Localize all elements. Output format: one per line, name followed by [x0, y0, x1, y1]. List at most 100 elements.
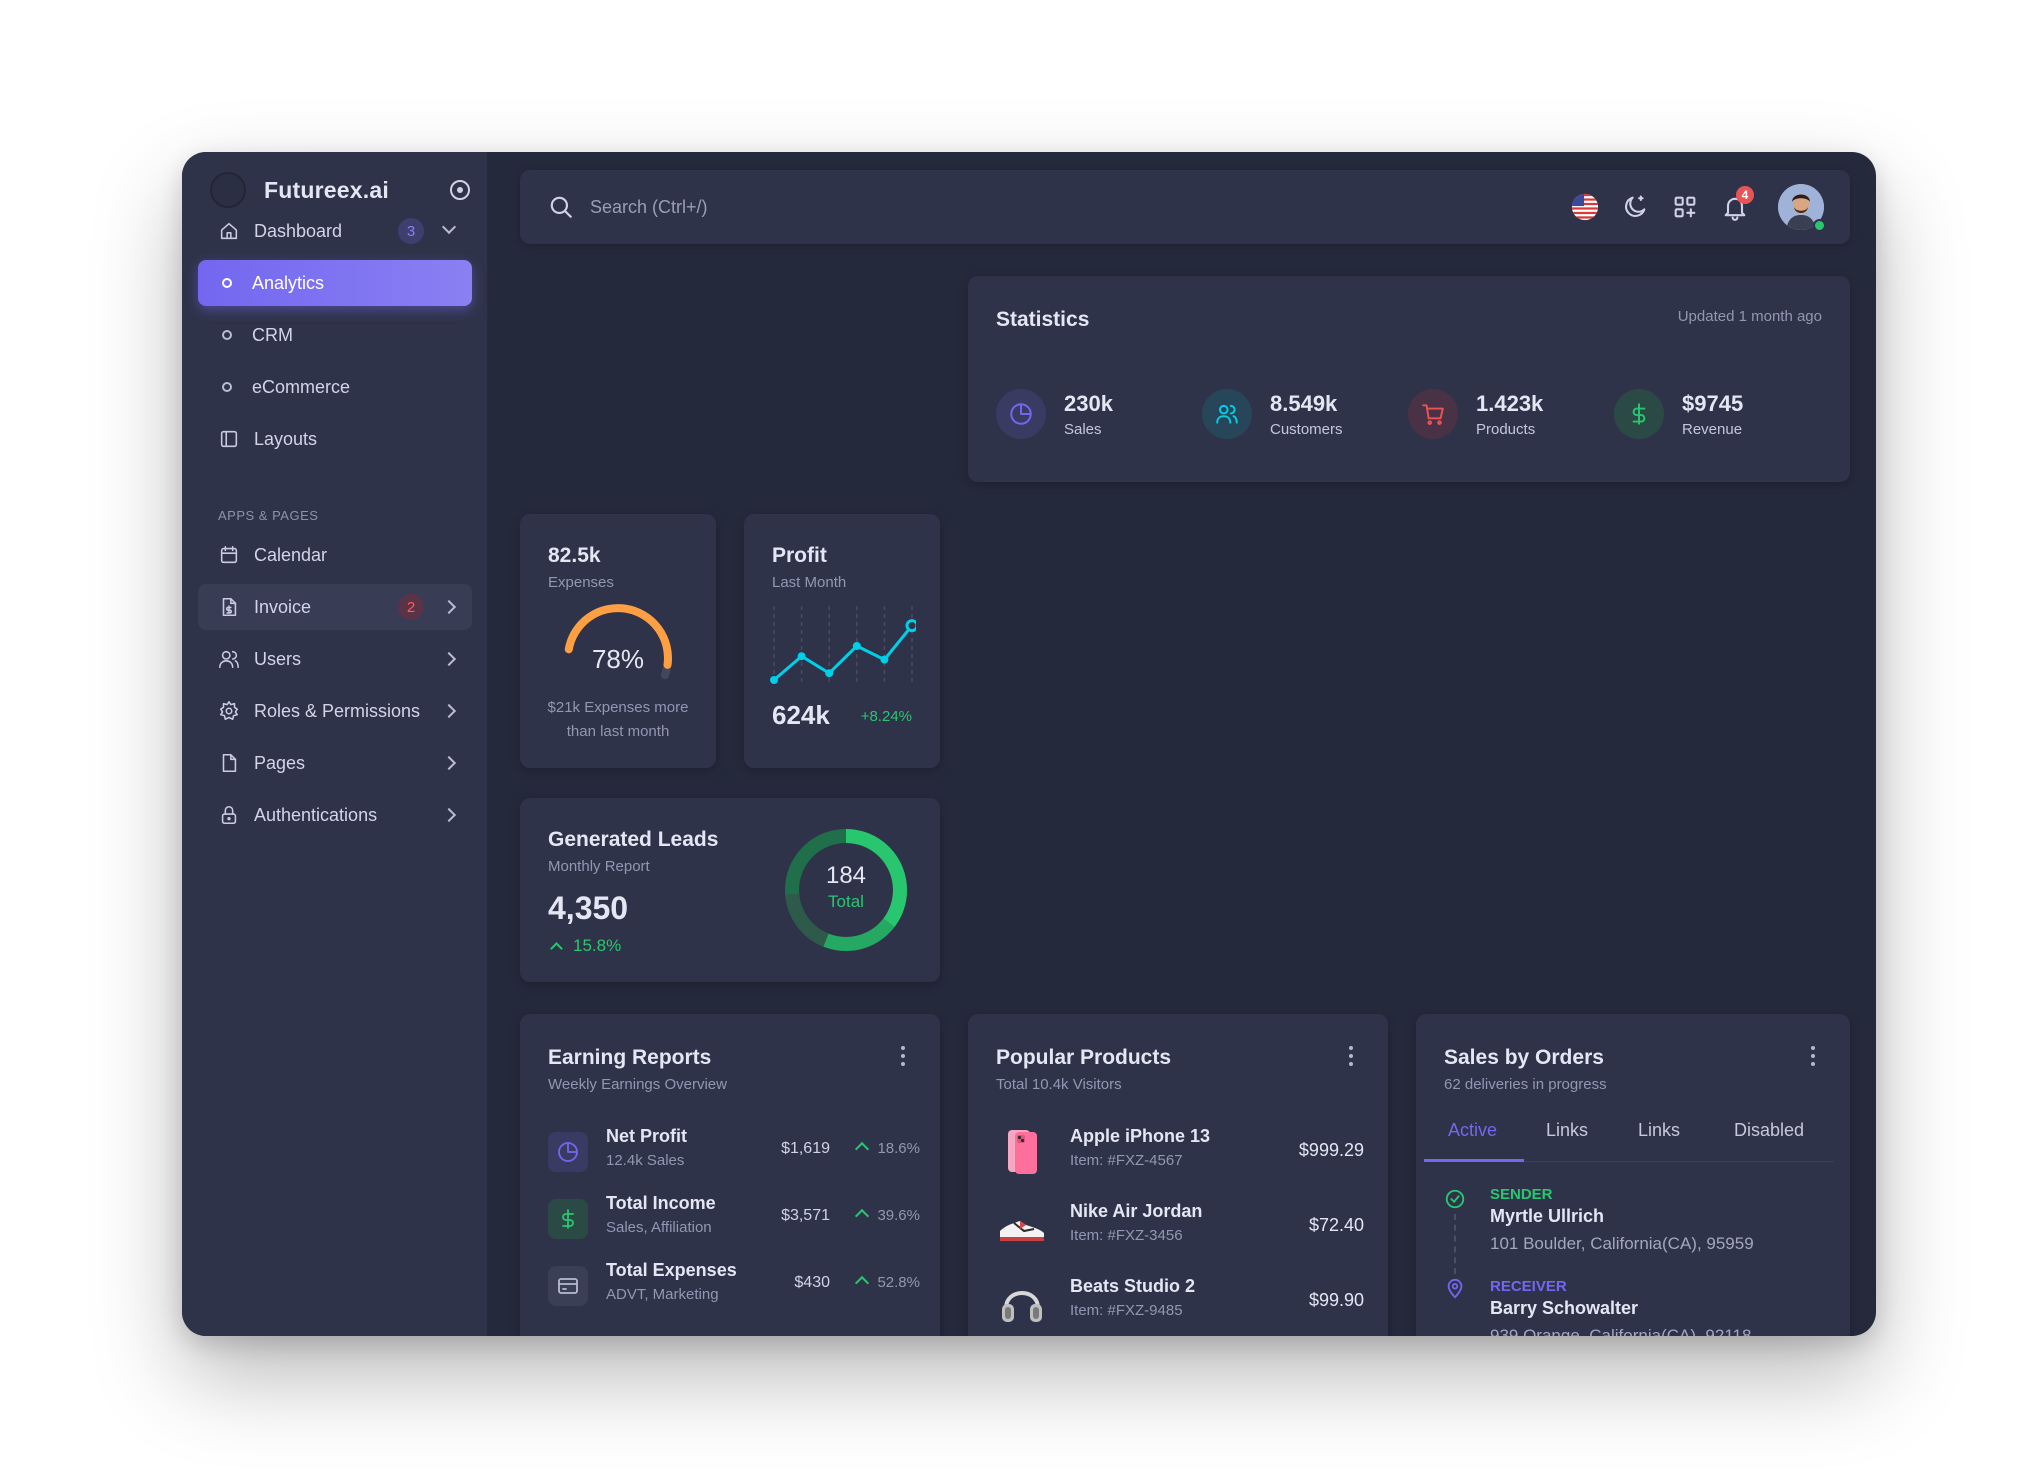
apps-grid-icon[interactable] [1670, 192, 1700, 222]
popular-title: Popular Products [996, 1046, 1172, 1069]
product-sku: Item: #FXZ-3456 [1070, 1227, 1183, 1244]
sneaker-image [1000, 1221, 1044, 1241]
tab-links[interactable]: Links [1546, 1120, 1588, 1162]
chevron-right-icon [441, 807, 457, 823]
chevron-right-icon [441, 755, 457, 771]
more-vertical-icon[interactable] [1810, 1046, 1816, 1068]
donut-label: Total [828, 892, 864, 911]
more-vertical-icon[interactable] [900, 1046, 906, 1068]
notification-badge: 4 [1736, 186, 1754, 204]
layout-icon [218, 428, 240, 450]
profit-card: Profit Last Month 624k +8.24% [744, 514, 940, 768]
statistics-card: Statistics Updated 1 month ago 230k Sale… [968, 276, 1850, 482]
search-input[interactable] [590, 190, 1090, 224]
list-item[interactable]: Beats Studio 2 Item: #FXZ-9485 $99.90 [996, 1272, 1364, 1332]
popular-subtitle: Total 10.4k Visitors [996, 1076, 1122, 1093]
sidebar-toggle-icon[interactable] [450, 180, 470, 200]
sidebar-item-label: Layouts [254, 428, 318, 449]
sidebar-item-roles[interactable]: Roles & Permissions [198, 688, 472, 734]
receiver-address: 939 Orange, California(CA), 92118 [1490, 1326, 1752, 1336]
gear-icon [218, 700, 240, 722]
moon-icon[interactable] [1620, 192, 1650, 222]
sidebar-item-crm[interactable]: CRM [198, 312, 472, 358]
list-item[interactable]: Apple iPhone 13 Item: #FXZ-4567 $999.29 [996, 1122, 1364, 1182]
orders-title: Sales by Orders [1444, 1046, 1604, 1069]
row-percent: 39.6% [857, 1207, 920, 1224]
sidebar-item-label: Calendar [254, 544, 328, 565]
active-tab-indicator [1424, 1159, 1524, 1162]
row-amount: $1,619 [781, 1140, 830, 1157]
expenses-percent: 78% [591, 644, 645, 674]
users-icon [218, 648, 240, 670]
sidebar-item-pages[interactable]: Pages [198, 740, 472, 786]
sidebar-item-label: Analytics [252, 272, 325, 293]
sidebar-item-label: CRM [252, 324, 293, 345]
sidebar-item-label: Users [254, 648, 302, 669]
chevron-right-icon [441, 599, 457, 615]
sales-by-orders-card: Sales by Orders 62 deliveries in progres… [1416, 1014, 1850, 1336]
circle-icon [222, 382, 232, 392]
expenses-label: Expenses [548, 574, 614, 591]
data-point [852, 642, 861, 650]
sidebar-item-users[interactable]: Users [198, 636, 472, 682]
sidebar-item-dashboard[interactable]: Dashboard 3 [198, 208, 472, 254]
row-title: Net Profit [606, 1126, 687, 1146]
product-sku: Item: #FXZ-9485 [1070, 1302, 1183, 1319]
series-line [773, 624, 914, 682]
sidebar-item-analytics[interactable]: Analytics [198, 260, 472, 306]
orders-subtitle: 62 deliveries in progress [1444, 1076, 1607, 1093]
sidebar-item-invoice[interactable]: Invoice 2 [198, 584, 472, 630]
invoice-badge: 2 [398, 594, 424, 620]
search-icon[interactable] [548, 194, 574, 220]
list-item[interactable]: Nike Air Jordan Item: #FXZ-3456 $72.40 [996, 1197, 1364, 1257]
product-title: Beats Studio 2 [1070, 1276, 1196, 1296]
tab-links-2[interactable]: Links [1638, 1120, 1680, 1162]
sidebar-item-authentications[interactable]: Authentications [198, 792, 472, 838]
app-window: Futureex.ai Dashboard 3 Analytics CRM eC… [182, 152, 1876, 1336]
sidebar-item-layouts[interactable]: Layouts [198, 416, 472, 462]
expenses-value: 82.5k [548, 544, 601, 567]
profit-line-chart [770, 606, 916, 686]
users-icon [1202, 389, 1252, 439]
file-icon [218, 752, 240, 774]
timeline-line [1454, 1214, 1456, 1274]
sidebar-item-calendar[interactable]: Calendar [198, 532, 472, 578]
sidebar-item-label: Dashboard [254, 220, 343, 241]
cart-icon [1408, 389, 1458, 439]
tab-active[interactable]: Active [1448, 1120, 1497, 1162]
sidebar-item-label: Invoice [254, 596, 312, 617]
headphones-image [1002, 1291, 1042, 1322]
row-amount: $430 [794, 1274, 830, 1291]
row-title: Total Income [606, 1193, 716, 1213]
sidebar-item-label: Pages [254, 752, 306, 773]
sidebar-item-label: Authentications [254, 804, 378, 825]
expenses-card: 82.5k Expenses 78% $21k Expenses more th… [520, 514, 716, 768]
leads-change-value: 15.8% [573, 936, 622, 955]
statistics-updated: Updated 1 month ago [1677, 308, 1822, 325]
dashboard-badge: 3 [398, 218, 424, 244]
bell-icon[interactable]: 4 [1720, 186, 1754, 222]
data-point [905, 619, 916, 633]
stat-value: 1.423k [1476, 390, 1544, 416]
earning-reports-card: Earning Reports Weekly Earnings Overview… [520, 1014, 940, 1336]
credit-card-icon [548, 1266, 588, 1306]
us-flag-icon[interactable] [1570, 192, 1600, 222]
home-icon [218, 220, 240, 242]
profit-subtitle: Last Month [772, 574, 847, 591]
expenses-note: $21k Expenses more than last month [520, 696, 716, 744]
brand[interactable]: Futureex.ai [210, 170, 470, 210]
row-subtitle: ADVT, Marketing [606, 1286, 719, 1303]
avatar[interactable] [1778, 184, 1826, 232]
sender-name: Myrtle Ullrich [1490, 1206, 1605, 1226]
sidebar-item-ecommerce[interactable]: eCommerce [198, 364, 472, 410]
product-sku: Item: #FXZ-4567 [1070, 1152, 1183, 1169]
tab-disabled[interactable]: Disabled [1734, 1120, 1804, 1162]
map-pin-icon [1447, 1278, 1463, 1299]
stat-value: 8.549k [1270, 390, 1338, 416]
more-vertical-icon[interactable] [1348, 1046, 1354, 1068]
invoice-icon [218, 596, 240, 618]
sender-tag: SENDER [1490, 1186, 1553, 1203]
profit-value: 624k [772, 700, 830, 730]
stat-products: 1.423k Products [1408, 386, 1543, 442]
brand-name: Futureex.ai [264, 176, 389, 203]
